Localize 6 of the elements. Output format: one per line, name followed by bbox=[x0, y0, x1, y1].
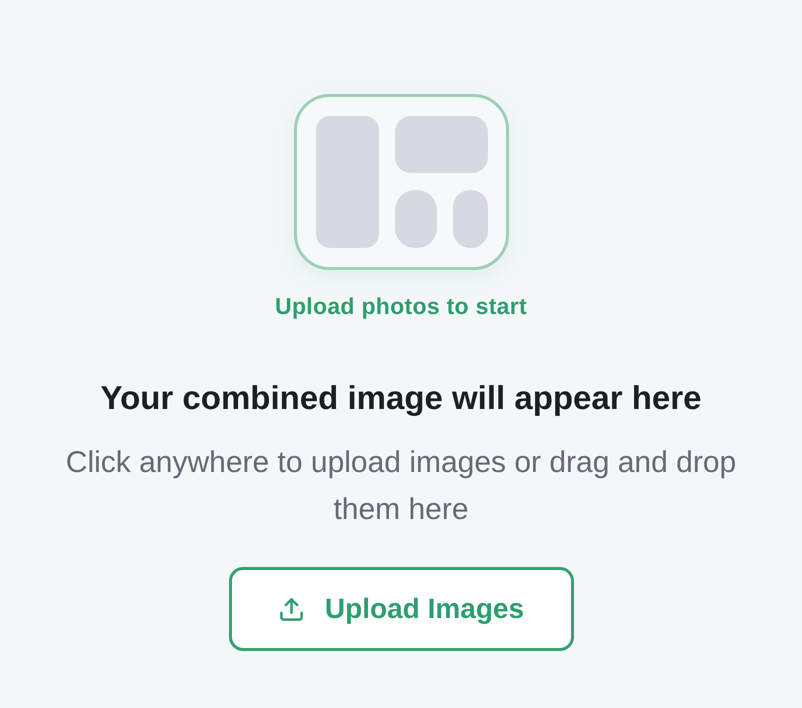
upload-icon bbox=[278, 596, 305, 622]
upload-images-button[interactable]: Upload Images bbox=[228, 567, 574, 651]
photo-grid-icon bbox=[294, 94, 508, 270]
empty-state-description: Click anywhere to upload images or drag and drop them here bbox=[64, 445, 738, 528]
upload-hint: Upload photos to start bbox=[275, 294, 527, 318]
empty-state-title: Your combined image will appear here bbox=[100, 378, 702, 418]
